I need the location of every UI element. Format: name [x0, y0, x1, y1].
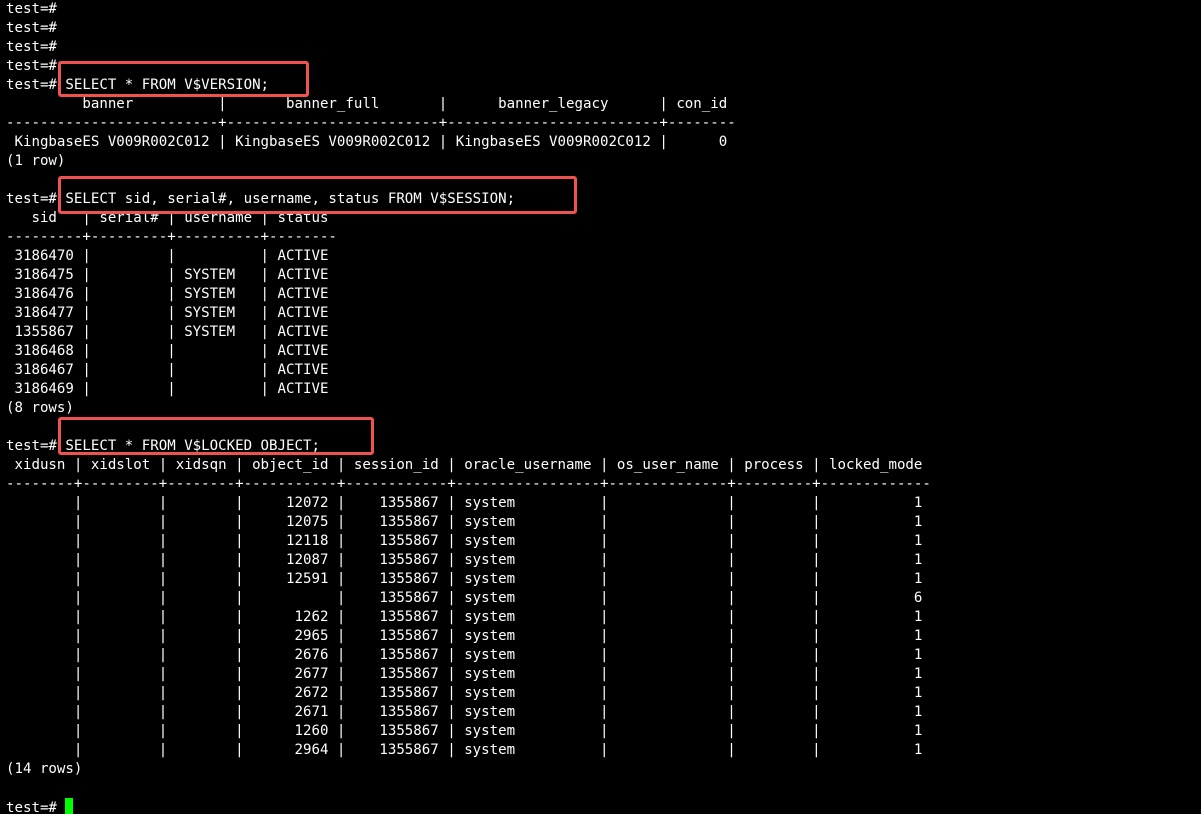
terminal-line: | | | 12072 | 1355867 | system | | | 1: [6, 494, 931, 513]
terminal-line-text: banner | banner_full | banner_legacy | c…: [6, 96, 728, 112]
terminal-line-text: | | | 12118 | 1355867 | system | | | 1: [6, 533, 923, 549]
query-highlight-session: [58, 176, 577, 214]
terminal-line: 3186469 | | | ACTIVE: [6, 380, 931, 399]
terminal-line: (1 row): [6, 152, 931, 171]
terminal-line-text: | | | | 1355867 | system | | | 6: [6, 590, 923, 606]
terminal-line: (8 rows): [6, 399, 931, 418]
terminal-line-text: test=#: [6, 1, 57, 17]
terminal-line: 3186477 | | SYSTEM | ACTIVE: [6, 304, 931, 323]
terminal-line: | | | 2677 | 1355867 | system | | | 1: [6, 665, 931, 684]
terminal-line-text: | | | 12591 | 1355867 | system | | | 1: [6, 571, 923, 587]
terminal-line: test=#: [6, 19, 931, 38]
terminal-line-text: | | | 1260 | 1355867 | system | | | 1: [6, 723, 923, 739]
terminal-line: 3186468 | | | ACTIVE: [6, 342, 931, 361]
terminal-window[interactable]: test=# test=# test=# test=# test=# SELECT * …: [0, 0, 1201, 814]
terminal-line: | | | 12591 | 1355867 | system | | | 1: [6, 570, 931, 589]
terminal-line: | | | 12118 | 1355867 | system | | | 1: [6, 532, 931, 551]
terminal-line-text: test=#: [6, 39, 57, 55]
terminal-line-text: (14 rows): [6, 761, 83, 777]
terminal-line-text: | | | 12087 | 1355867 | system | | | 1: [6, 552, 923, 568]
terminal-line-text: | | | 2672 | 1355867 | system | | | 1: [6, 685, 923, 701]
terminal-line-text: 3186468 | | | ACTIVE: [6, 343, 329, 359]
terminal-line-text: | | | 2671 | 1355867 | system | | | 1: [6, 704, 923, 720]
terminal-line: test=#: [6, 798, 931, 814]
terminal-line: | | | | 1355867 | system | | | 6: [6, 589, 931, 608]
terminal-line: --------+---------+--------+-----------+…: [6, 475, 931, 494]
terminal-line-text: | | | 2964 | 1355867 | system | | | 1: [6, 742, 923, 758]
terminal-line: 1355867 | | SYSTEM | ACTIVE: [6, 323, 931, 342]
terminal-line: | | | 12075 | 1355867 | system | | | 1: [6, 513, 931, 532]
terminal-line-text: 3186476 | | SYSTEM | ACTIVE: [6, 286, 329, 302]
terminal-line-text: test=#: [6, 20, 57, 36]
terminal-line-text: -------------------------+--------------…: [6, 115, 736, 131]
terminal-line-text: (1 row): [6, 153, 66, 169]
terminal-line-text: | | | 2965 | 1355867 | system | | | 1: [6, 628, 923, 644]
terminal-line: | | | 12087 | 1355867 | system | | | 1: [6, 551, 931, 570]
terminal-line: | | | 2676 | 1355867 | system | | | 1: [6, 646, 931, 665]
terminal-line: | | | 2671 | 1355867 | system | | | 1: [6, 703, 931, 722]
terminal-line: 3186475 | | SYSTEM | ACTIVE: [6, 266, 931, 285]
terminal-line: test=#: [6, 38, 931, 57]
terminal-line: 3186476 | | SYSTEM | ACTIVE: [6, 285, 931, 304]
terminal-line-text: 1355867 | | SYSTEM | ACTIVE: [6, 324, 329, 340]
terminal-line-text: test=#: [6, 800, 66, 814]
terminal-output: test=# test=# test=# test=# test=# SELECT * …: [6, 0, 931, 814]
terminal-line-text: 3186470 | | | ACTIVE: [6, 248, 329, 264]
terminal-line-text: | | | 2676 | 1355867 | system | | | 1: [6, 647, 923, 663]
terminal-line-text: 3186467 | | | ACTIVE: [6, 362, 329, 378]
terminal-line: banner | banner_full | banner_legacy | c…: [6, 95, 931, 114]
terminal-line-text: test=#: [6, 58, 57, 74]
terminal-line: | | | 1260 | 1355867 | system | | | 1: [6, 722, 931, 741]
terminal-line-text: | | | 12075 | 1355867 | system | | | 1: [6, 514, 923, 530]
query-highlight-version: [58, 61, 309, 97]
terminal-line-text: --------+---------+--------+-----------+…: [6, 476, 931, 492]
terminal-line: test=#: [6, 0, 931, 19]
terminal-line-text: | | | 1262 | 1355867 | system | | | 1: [6, 609, 923, 625]
terminal-line: -------------------------+--------------…: [6, 114, 931, 133]
terminal-line: (14 rows): [6, 760, 931, 779]
terminal-line: | | | 1262 | 1355867 | system | | | 1: [6, 608, 931, 627]
terminal-line: KingbaseES V009R002C012 | KingbaseES V00…: [6, 133, 931, 152]
query-highlight-locked-object: [58, 417, 374, 455]
terminal-line-text: xidusn | xidslot | xidsqn | object_id | …: [6, 457, 923, 473]
terminal-line-text: (8 rows): [6, 400, 74, 416]
terminal-line-text: ---------+---------+----------+--------: [6, 229, 337, 245]
terminal-line-text: 3186477 | | SYSTEM | ACTIVE: [6, 305, 329, 321]
terminal-line-text: 3186469 | | | ACTIVE: [6, 381, 329, 397]
terminal-line-text: KingbaseES V009R002C012 | KingbaseES V00…: [6, 134, 728, 150]
terminal-line: ---------+---------+----------+--------: [6, 228, 931, 247]
terminal-line: | | | 2964 | 1355867 | system | | | 1: [6, 741, 931, 760]
terminal-cursor: [65, 798, 74, 814]
terminal-line-text: | | | 12072 | 1355867 | system | | | 1: [6, 495, 923, 511]
terminal-line: 3186470 | | | ACTIVE: [6, 247, 931, 266]
terminal-line: 3186467 | | | ACTIVE: [6, 361, 931, 380]
terminal-line: | | | 2965 | 1355867 | system | | | 1: [6, 627, 931, 646]
terminal-line: | | | 2672 | 1355867 | system | | | 1: [6, 684, 931, 703]
terminal-line: xidusn | xidslot | xidsqn | object_id | …: [6, 456, 931, 475]
terminal-line-text: | | | 2677 | 1355867 | system | | | 1: [6, 666, 923, 682]
terminal-line-text: 3186475 | | SYSTEM | ACTIVE: [6, 267, 329, 283]
